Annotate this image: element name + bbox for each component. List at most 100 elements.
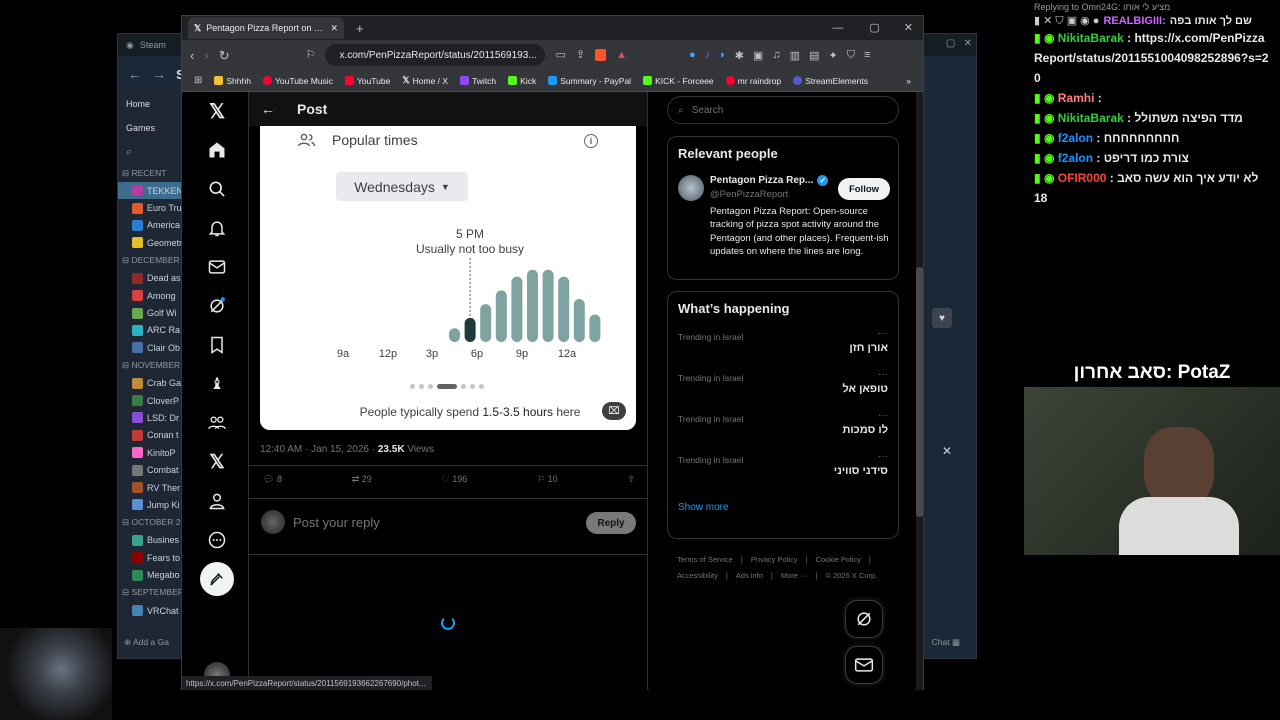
steam-home-link[interactable]: Home: [118, 92, 184, 116]
back-arrow-icon[interactable]: ←: [261, 101, 275, 117]
apps-icon[interactable]: ⊞: [194, 75, 202, 86]
sidebar-icon[interactable]: ▥: [790, 49, 800, 62]
trend-name[interactable]: אורן חזן: [849, 342, 888, 354]
steam-window-controls[interactable]: ▢ ✕: [946, 38, 972, 49]
leo-icon[interactable]: ✦: [828, 49, 837, 62]
media-icon[interactable]: ♫: [772, 49, 780, 62]
steam-section-header[interactable]: ⊟ DECEMBER: [118, 252, 184, 270]
bookmark-0[interactable]: Shhhh: [214, 76, 251, 86]
footer-link[interactable]: Ads info: [736, 568, 763, 584]
back-icon[interactable]: ‹: [190, 49, 194, 62]
steam-game-item[interactable]: Busines: [118, 532, 184, 549]
bookmark-7[interactable]: KICK - Forceee: [643, 76, 714, 86]
steam-game-item[interactable]: Fears to: [118, 549, 184, 566]
person-handle[interactable]: @PenPizzaReport: [710, 189, 788, 200]
steam-section-header[interactable]: ⊟ RECENT: [118, 164, 184, 182]
scrollbar-thumb[interactable]: [916, 267, 923, 517]
show-more-link[interactable]: Show more: [678, 502, 729, 513]
steam-game-item[interactable]: Dead as: [118, 270, 184, 287]
grok-icon[interactable]: [204, 293, 230, 319]
trend-more-icon[interactable]: ···: [878, 369, 888, 380]
steam-games-link[interactable]: Games: [118, 116, 184, 140]
steam-game-item[interactable]: Crab Ga: [118, 375, 184, 392]
chart-bar-6pm[interactable]: [480, 304, 492, 342]
trend-more-icon[interactable]: ···: [878, 451, 888, 462]
grok-float-button[interactable]: [845, 600, 883, 638]
steam-game-item[interactable]: Combat: [118, 461, 184, 478]
steam-section-header[interactable]: ⊟ OCTOBER 2: [118, 514, 184, 532]
footer-link[interactable]: Privacy Policy: [751, 552, 798, 568]
communities-icon[interactable]: [204, 410, 230, 436]
browser-tab-active[interactable]: 𝕏 Pentagon Pizza Report on X: "Up... ✕: [188, 17, 344, 39]
steam-game-item[interactable]: LSD: Dr: [118, 409, 184, 426]
search-box[interactable]: ⌕ Search: [667, 96, 899, 124]
messages-icon[interactable]: [204, 254, 230, 280]
chart-bar-11pm[interactable]: [558, 276, 570, 342]
reply-action[interactable]: 💬︎ 8: [263, 474, 282, 485]
maximize-icon[interactable]: ▢: [869, 22, 879, 34]
notifications-icon[interactable]: [204, 215, 230, 241]
trend-name[interactable]: סידני סוויני: [834, 465, 888, 477]
footer-link[interactable]: More ···: [781, 568, 808, 584]
explore-icon[interactable]: [204, 176, 230, 202]
bookmark-8[interactable]: mr raindrop: [725, 76, 781, 86]
like-action[interactable]: ♡ 196: [442, 474, 468, 485]
footer-link[interactable]: Cookie Policy: [815, 552, 860, 568]
steam-section-header[interactable]: ⊟ SEPTEMBER: [118, 584, 184, 602]
post-image[interactable]: Popular times i Wednesdays ▼ 5 PM Usuall…: [260, 126, 636, 430]
steam-game-item[interactable]: ARC Ra: [118, 322, 184, 339]
premium-icon[interactable]: 𝕏: [204, 449, 230, 475]
bookmark-5[interactable]: Kick: [508, 76, 536, 86]
steam-close-icon[interactable]: ✕: [942, 444, 952, 458]
chart-bar-1am[interactable]: [589, 314, 601, 342]
messages-float-button[interactable]: [845, 646, 883, 684]
alt-text-icon[interactable]: ⌧: [602, 402, 626, 420]
extension-icon-3[interactable]: ◗: [719, 49, 726, 62]
bookmark-4[interactable]: Twitch: [460, 76, 496, 86]
reload-icon[interactable]: ↻: [219, 49, 230, 62]
close-tab-icon[interactable]: ✕: [330, 23, 338, 34]
new-tab-icon[interactable]: +: [356, 22, 364, 35]
reply-input[interactable]: Post your reply: [293, 515, 380, 530]
chart-bar-8pm[interactable]: [511, 276, 523, 342]
carousel-dots[interactable]: [410, 384, 484, 389]
steam-chat-button[interactable]: Chat ▦: [932, 637, 960, 648]
chart-bar-7pm[interactable]: [495, 290, 507, 342]
bookmarks-icon[interactable]: [204, 332, 230, 358]
more-icon[interactable]: [204, 527, 230, 553]
share-icon[interactable]: ⇪: [576, 49, 585, 61]
steam-game-item[interactable]: Golf Wi: [118, 304, 184, 321]
footer-link[interactable]: Accessibility: [677, 568, 718, 584]
trend-more-icon[interactable]: ···: [878, 328, 888, 339]
info-icon[interactable]: i: [584, 134, 598, 148]
extension-icon-5[interactable]: ▣: [753, 49, 763, 62]
page-scrollbar[interactable]: [916, 92, 923, 690]
install-icon[interactable]: ▭: [555, 49, 565, 61]
home-icon[interactable]: [204, 137, 230, 163]
steam-game-item[interactable]: RV Ther: [118, 479, 184, 496]
vpn-icon[interactable]: ⛉: [847, 49, 855, 62]
steam-game-item[interactable]: America: [118, 217, 184, 234]
steam-game-item[interactable]: VRChat: [118, 602, 184, 619]
steam-search-icon[interactable]: ⌕: [118, 140, 184, 164]
trend-name[interactable]: לו סמכות: [842, 424, 888, 436]
more-bookmarks-icon[interactable]: »: [906, 76, 911, 86]
extension-icon-2[interactable]: ♪: [705, 49, 711, 62]
steam-game-item[interactable]: Clair Ob: [118, 339, 184, 356]
jobs-icon[interactable]: ♝: [204, 371, 230, 397]
brave-rewards-icon[interactable]: ▲: [616, 49, 627, 61]
bookmark-action[interactable]: ⚐ 10: [537, 474, 558, 485]
forward-icon[interactable]: ›: [204, 49, 208, 62]
chart-bar-9pm[interactable]: [527, 269, 538, 342]
bookmark-3[interactable]: 𝕏 Home / X: [402, 75, 448, 86]
profile-icon[interactable]: [204, 488, 230, 514]
share-post-icon[interactable]: ⇧: [627, 474, 635, 485]
steam-game-item[interactable]: Among: [118, 287, 184, 304]
steam-game-item[interactable]: KinitoP: [118, 444, 184, 461]
minimize-icon[interactable]: —: [832, 22, 843, 34]
steam-game-item[interactable]: CloverP: [118, 392, 184, 409]
close-window-icon[interactable]: ✕: [904, 22, 913, 34]
steam-game-item[interactable]: TEKKEN: [118, 182, 184, 200]
extension-icon-4[interactable]: ✱: [735, 49, 744, 62]
bookmark-2[interactable]: YouTube: [344, 76, 390, 86]
